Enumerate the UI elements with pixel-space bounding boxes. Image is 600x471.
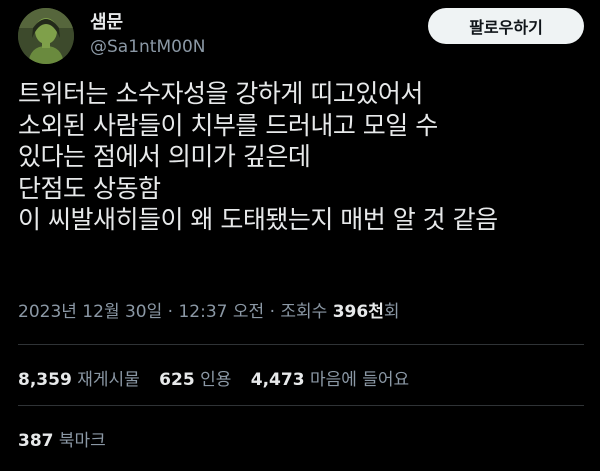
- bookmarks-label: 북마크: [58, 431, 106, 451]
- engagement-stats: 8,359 재게시물 625 인용 4,473 마음에 들어요: [18, 365, 423, 390]
- tweet-text-line: 있다는 점에서 의미가 깊은데: [18, 142, 311, 171]
- tweet-date[interactable]: 2023년 12월 30일: [18, 302, 162, 322]
- tweet: 샘문 @Sa1ntM00N 팔로우하기 트위터는 소수자성을 강하게 띠고있어서…: [0, 0, 600, 471]
- retweets-count: 8,359: [18, 370, 72, 390]
- retweets-stat[interactable]: 8,359 재게시물: [18, 370, 140, 390]
- quotes-label: 인용: [200, 370, 232, 390]
- likes-count: 4,473: [250, 370, 305, 390]
- views-suffix: 회: [383, 302, 400, 322]
- tweet-text-line: 트위터는 소수자성을 강하게 띠고있어서: [18, 79, 423, 108]
- tweet-header: 샘문 @Sa1ntM00N 팔로우하기: [18, 8, 584, 66]
- avatar[interactable]: [18, 8, 74, 64]
- tweet-text-line: 단점도 상동함: [18, 173, 161, 203]
- user-handle[interactable]: @Sa1ntM00N: [90, 35, 205, 59]
- follow-button[interactable]: 팔로우하기: [428, 8, 584, 44]
- views-count[interactable]: 396천: [333, 302, 384, 322]
- tweet-text-line: 이 씨발새히들이 왜 도태됐는지 매번 알 것 같음: [18, 205, 498, 234]
- tweet-meta: 2023년 12월 30일 · 12:37 오전 · 조회수 396천회: [18, 297, 400, 322]
- quotes-count: 625: [159, 370, 195, 390]
- divider: [18, 405, 584, 406]
- display-name[interactable]: 샘문: [90, 12, 205, 34]
- tweet-text-line: 소외된 사람들이 치부를 드러내고 모일 수: [18, 110, 438, 140]
- tweet-text: 트위터는 소수자성을 강하게 띠고있어서 소외된 사람들이 치부를 드러내고 모…: [18, 78, 593, 236]
- quotes-stat[interactable]: 625 인용: [159, 370, 231, 390]
- bookmarks-stat[interactable]: 387 북마크: [18, 426, 106, 451]
- views-label: 조회수: [280, 302, 328, 322]
- tweet-time[interactable]: 12:37 오전: [178, 302, 264, 322]
- bookmarks-count: 387: [18, 431, 54, 451]
- meta-separator: ·: [269, 302, 275, 322]
- retweets-label: 재게시물: [77, 370, 140, 390]
- author-names: 샘문 @Sa1ntM00N: [90, 12, 205, 59]
- meta-separator: ·: [167, 302, 174, 322]
- likes-stat[interactable]: 4,473 마음에 들어요: [251, 370, 409, 390]
- avatar-image-icon: [18, 8, 74, 64]
- divider: [18, 344, 584, 345]
- likes-label: 마음에 들어요: [309, 370, 410, 390]
